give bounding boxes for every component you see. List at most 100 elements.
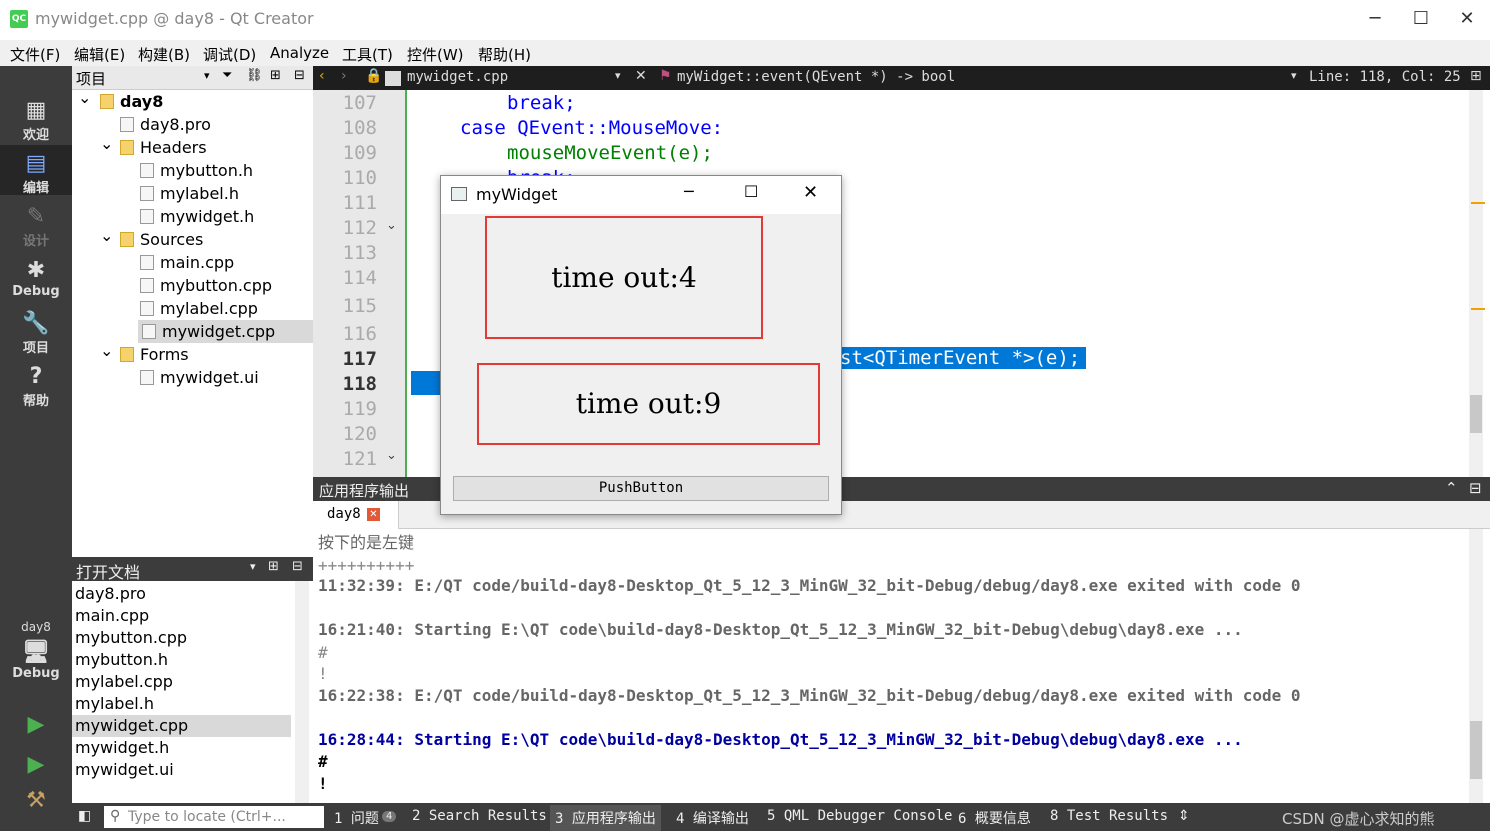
- expand-icon[interactable]: ⌄: [100, 224, 113, 247]
- locate-input[interactable]: Type to locate (Ctrl+...: [104, 806, 324, 828]
- open-doc-item[interactable]: mybutton.h: [72, 649, 291, 671]
- open-doc-item[interactable]: main.cpp: [72, 605, 291, 627]
- forward-icon[interactable]: ›: [341, 68, 347, 84]
- mode-help[interactable]: ? 帮助: [0, 364, 72, 409]
- fold-icon[interactable]: ⌄: [386, 448, 397, 463]
- editor-scrollbar[interactable]: [1469, 90, 1485, 477]
- sidebar-toggle-icon[interactable]: ◧: [78, 808, 91, 824]
- split-icon[interactable]: ⊞: [1470, 68, 1482, 84]
- expand-icon[interactable]: ⌄: [78, 86, 91, 109]
- close-pane-icon[interactable]: ⊟: [292, 559, 303, 574]
- open-doc-item[interactable]: mywidget.ui: [72, 759, 291, 781]
- target-project[interactable]: day8: [0, 620, 72, 634]
- tree-item[interactable]: mybutton.h: [72, 159, 313, 182]
- mode-welcome[interactable]: ▦ 欢迎: [0, 98, 72, 143]
- mode-design[interactable]: ✎ 设计: [0, 204, 72, 249]
- file-icon: [140, 209, 154, 224]
- file-dropdown-icon[interactable]: ▾: [615, 69, 621, 82]
- dropdown-icon[interactable]: ▾: [250, 560, 256, 573]
- menu-tools[interactable]: 工具(T): [342, 44, 393, 65]
- tab-search-results[interactable]: 2 Search Results: [412, 808, 547, 824]
- close-pane-icon[interactable]: ⊟: [1469, 479, 1482, 497]
- expand-icon[interactable]: ⌄: [100, 339, 113, 362]
- tree-item[interactable]: mybutton.cpp: [72, 274, 313, 297]
- menu-analyze[interactable]: Analyze: [270, 44, 329, 62]
- tree-item[interactable]: ⌄ Forms: [72, 341, 313, 366]
- back-icon[interactable]: ‹: [319, 68, 325, 84]
- tab-issues[interactable]: 1 问题: [334, 808, 379, 828]
- split-icon[interactable]: ⊞: [270, 68, 281, 83]
- application-output[interactable]: [313, 529, 1490, 803]
- tab-qml-debugger[interactable]: 5 QML Debugger Console: [767, 808, 952, 824]
- dropdown-icon[interactable]: ▾: [204, 69, 210, 82]
- mywidget-window[interactable]: myWidget ─ ☐ ✕ time out:4 time out:9 Pus…: [440, 175, 842, 515]
- current-function[interactable]: myWidget::event(QEvent *) -> bool: [677, 69, 955, 85]
- tree-item-label: Headers: [140, 138, 207, 157]
- open-doc-item[interactable]: mybutton.cpp: [72, 627, 291, 649]
- tree-item[interactable]: ⌄ day8: [72, 88, 313, 113]
- tree-item[interactable]: mywidget.ui: [72, 366, 313, 389]
- tab-general-messages[interactable]: 6 概要信息: [958, 808, 1031, 828]
- expand-icon[interactable]: ⌄: [100, 132, 113, 155]
- output-tab-day8[interactable]: day8 ✕: [313, 501, 399, 529]
- menu-help[interactable]: 帮助(H): [478, 44, 531, 65]
- tree-item-label: mybutton.h: [160, 161, 254, 180]
- split-icon[interactable]: ⊞: [268, 559, 279, 574]
- minimize-icon[interactable]: ─: [684, 182, 694, 201]
- editor-scroll-thumb[interactable]: [1470, 395, 1482, 433]
- tab-compile-output[interactable]: 4 编译输出: [676, 808, 749, 828]
- close-file-icon[interactable]: ✕: [635, 68, 647, 84]
- line-number: 112: [342, 217, 377, 239]
- open-docs-scrollbar[interactable]: [295, 581, 309, 803]
- push-button[interactable]: PushButton: [453, 476, 829, 501]
- close-pane-icon[interactable]: ⊟: [294, 68, 305, 83]
- cpp-file-icon: [385, 71, 401, 86]
- tree-item-label: mylabel.cpp: [160, 299, 258, 318]
- run-button[interactable]: ▶: [0, 712, 72, 738]
- output-scrollbar[interactable]: [1469, 529, 1483, 803]
- close-icon[interactable]: ✕: [1444, 6, 1490, 34]
- open-doc-item[interactable]: day8.pro: [72, 583, 291, 605]
- open-doc-item[interactable]: mylabel.cpp: [72, 671, 291, 693]
- menu-debug[interactable]: 调试(D): [203, 44, 256, 65]
- menu-build[interactable]: 构建(B): [138, 44, 190, 65]
- maximize-pane-icon[interactable]: ⌃: [1445, 479, 1458, 497]
- mode-projects[interactable]: 🔧 项目: [0, 311, 72, 356]
- line-number: 109: [342, 142, 377, 164]
- mode-edit[interactable]: ▤ 编辑: [0, 145, 72, 196]
- link-icon[interactable]: ⛓: [246, 68, 263, 83]
- debug-run-button[interactable]: ▶: [0, 752, 72, 778]
- open-doc-item[interactable]: mylabel.h: [72, 693, 291, 715]
- tree-item[interactable]: mylabel.cpp: [72, 297, 313, 320]
- open-doc-item[interactable]: mywidget.cpp: [72, 715, 291, 737]
- tree-item[interactable]: mywidget.cpp: [138, 320, 313, 343]
- build-button[interactable]: ⚒: [0, 788, 72, 814]
- tab-app-output[interactable]: 3 应用程序输出: [550, 805, 661, 831]
- more-tabs-icon[interactable]: ⇕: [1178, 808, 1190, 824]
- current-file[interactable]: mywidget.cpp: [407, 69, 508, 85]
- tree-item[interactable]: mylabel.h: [72, 182, 313, 205]
- file-icon: [120, 232, 134, 247]
- selection-highlight: [411, 371, 441, 395]
- tab-test-results[interactable]: 8 Test Results: [1050, 808, 1168, 824]
- tree-item[interactable]: ⌄ Headers: [72, 134, 313, 159]
- tree-item[interactable]: main.cpp: [72, 251, 313, 274]
- close-tab-icon[interactable]: ✕: [367, 508, 380, 521]
- fold-icon[interactable]: ⌄: [386, 218, 397, 233]
- mode-debug[interactable]: ✱ Debug: [0, 258, 72, 299]
- maximize-icon[interactable]: ☐: [744, 182, 758, 201]
- output-scroll-thumb[interactable]: [1470, 721, 1482, 779]
- function-dropdown-icon[interactable]: ▾: [1291, 69, 1297, 82]
- output-line: 16:21:40: Starting E:\QT code\build-day8…: [318, 620, 1243, 639]
- menu-controls[interactable]: 控件(W): [407, 44, 464, 65]
- open-doc-item[interactable]: mywidget.h: [72, 737, 291, 759]
- file-icon: [120, 140, 134, 155]
- tree-item[interactable]: ⌄ Sources: [72, 226, 313, 251]
- menu-file[interactable]: 文件(F): [10, 44, 60, 65]
- filter-icon[interactable]: ⏷: [222, 68, 232, 83]
- maximize-icon[interactable]: ☐: [1398, 6, 1444, 34]
- minimize-icon[interactable]: ─: [1352, 6, 1398, 34]
- menu-edit[interactable]: 编辑(E): [74, 44, 125, 65]
- target-selector[interactable]: 🖥 Debug: [0, 640, 72, 681]
- close-icon[interactable]: ✕: [803, 182, 818, 203]
